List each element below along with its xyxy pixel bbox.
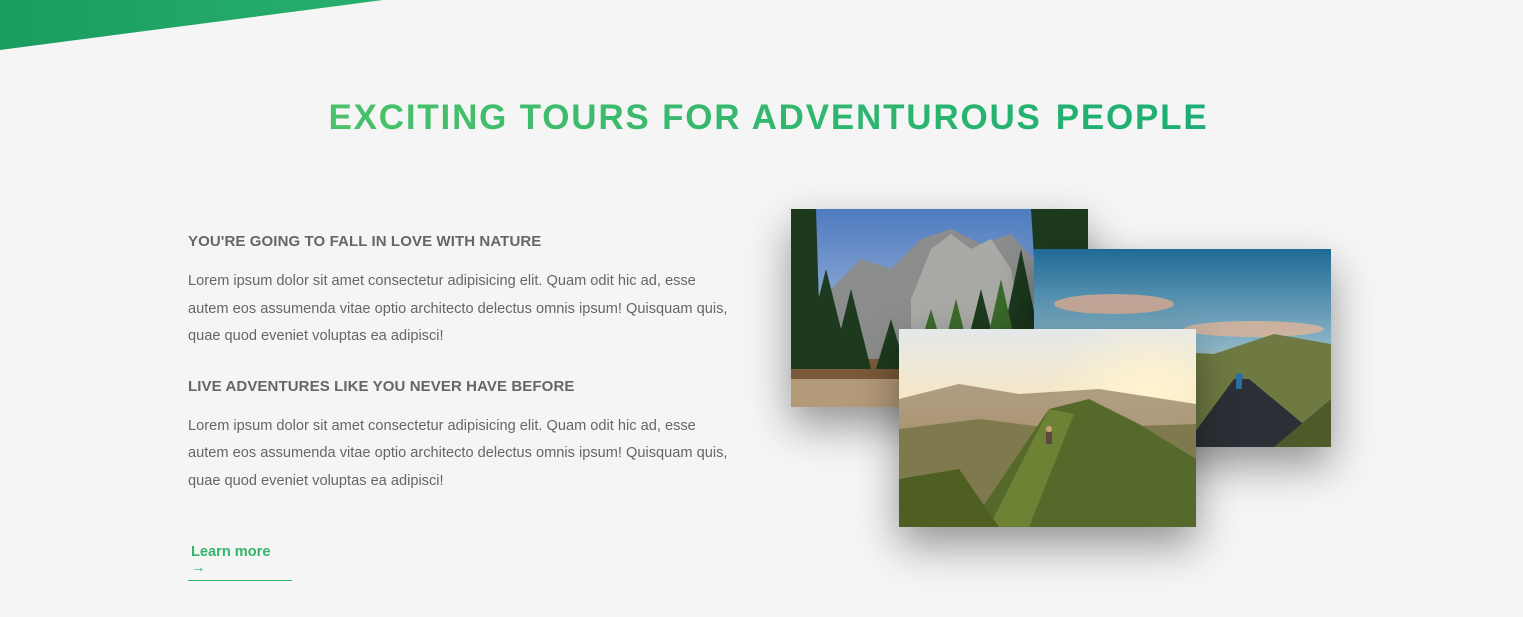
features-column: YOU'RE GOING TO FALL IN LOVE WITH NATURE… (188, 233, 733, 495)
title-part1: EXCITING TOURS FOR ADVENTUROUS (328, 98, 1042, 137)
title-part2: PEOPLE (1055, 98, 1209, 137)
top-slant-decoration (0, 0, 383, 50)
learn-more-link[interactable]: Learn more → (188, 542, 292, 581)
section-title: EXCITING TOURS FOR ADVENTUROUS PEOPLE (0, 98, 1523, 138)
feature-heading-2: LIVE ADVENTURES LIKE YOU NEVER HAVE BEFO… (188, 377, 575, 395)
feature-text-1: Lorem ipsum dolor sit amet consectetur a… (188, 273, 728, 344)
mountain-ridge-hiker-photo (899, 329, 1196, 527)
feature-heading-1: YOU'RE GOING TO FALL IN LOVE WITH NATURE (188, 233, 542, 250)
feature-text-2: Lorem ipsum dolor sit amet consectetur a… (188, 417, 728, 489)
